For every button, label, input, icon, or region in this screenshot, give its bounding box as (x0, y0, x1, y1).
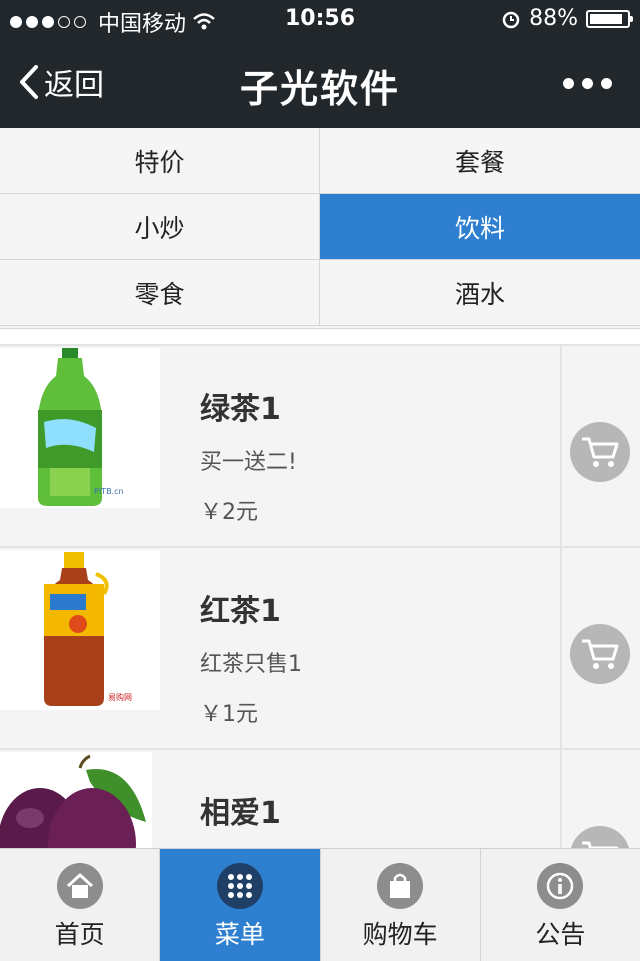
category-lingshi[interactable]: 零食 (0, 260, 320, 326)
more-options-icon[interactable] (563, 78, 612, 89)
home-icon (56, 863, 103, 909)
product-description: 红茶只售1 (200, 652, 302, 677)
battery-percent: 88% (529, 6, 578, 31)
tab-bar: 首页 菜单 购物车 公告 (0, 848, 640, 961)
product-name: 相爱1 (200, 796, 281, 831)
svg-text:易购网: 易购网 (108, 692, 132, 702)
product-image: 易购网 (0, 550, 160, 710)
tab-label: 购物车 (362, 920, 438, 949)
category-jiushui[interactable]: 酒水 (320, 260, 640, 326)
list-item[interactable]: 相爱1 (0, 750, 640, 850)
add-to-cart-button[interactable] (570, 826, 630, 850)
status-right: 88% (501, 6, 633, 31)
info-icon (537, 863, 584, 909)
tab-label: 菜单 (214, 920, 265, 949)
add-to-cart-cell (560, 750, 640, 850)
product-price: ￥2元 (200, 500, 258, 525)
category-yinliao[interactable]: 饮料 (320, 194, 640, 260)
product-description: 买一送二! (200, 450, 297, 475)
tab-label: 首页 (54, 920, 105, 949)
product-info: 红茶1 红茶只售1 ￥1元 (200, 586, 302, 728)
tab-menu[interactable]: 菜单 (160, 849, 321, 961)
battery-icon (586, 9, 633, 28)
product-info: 绿茶1 买一送二! ￥2元 (200, 384, 297, 526)
add-to-cart-button[interactable] (570, 624, 630, 684)
category-xiaochao[interactable]: 小炒 (0, 194, 320, 260)
product-name: 绿茶1 (200, 392, 281, 427)
cart-icon (582, 437, 619, 467)
add-to-cart-button[interactable] (570, 422, 630, 482)
product-info: 相爱1 (200, 788, 281, 850)
category-tejia[interactable]: 特价 (0, 128, 320, 194)
product-image (0, 752, 152, 850)
svg-text:PITB.cn: PITB.cn (94, 487, 124, 496)
grid-icon (216, 863, 263, 909)
bag-icon (377, 863, 424, 909)
add-to-cart-cell (560, 346, 640, 546)
product-list[interactable]: PITB.cn 绿茶1 买一送二! ￥2元 易购网 红茶1 红茶只售1 ￥1元 … (0, 344, 640, 850)
list-item[interactable]: PITB.cn 绿茶1 买一送二! ￥2元 (0, 346, 640, 548)
cart-icon (582, 639, 619, 669)
page-title: 子光软件 (239, 67, 400, 111)
product-price: ￥1元 (200, 702, 258, 727)
product-name: 红茶1 (200, 594, 281, 629)
add-to-cart-cell (560, 548, 640, 748)
category-grid: 特价 套餐 小炒 饮料 零食 酒水 (0, 128, 640, 329)
tab-cart[interactable]: 购物车 (321, 849, 481, 961)
status-bar: 中国移动 10:56 88% (0, 0, 640, 40)
category-taocan[interactable]: 套餐 (320, 128, 640, 194)
nav-bar: 返回 子光软件 (0, 40, 640, 128)
tab-home[interactable]: 首页 (0, 849, 161, 961)
product-image: PITB.cn (0, 348, 160, 508)
tab-label: 公告 (535, 920, 586, 949)
tab-notice[interactable]: 公告 (481, 849, 640, 961)
alarm-icon (502, 11, 520, 28)
list-item[interactable]: 易购网 红茶1 红茶只售1 ￥1元 (0, 548, 640, 750)
